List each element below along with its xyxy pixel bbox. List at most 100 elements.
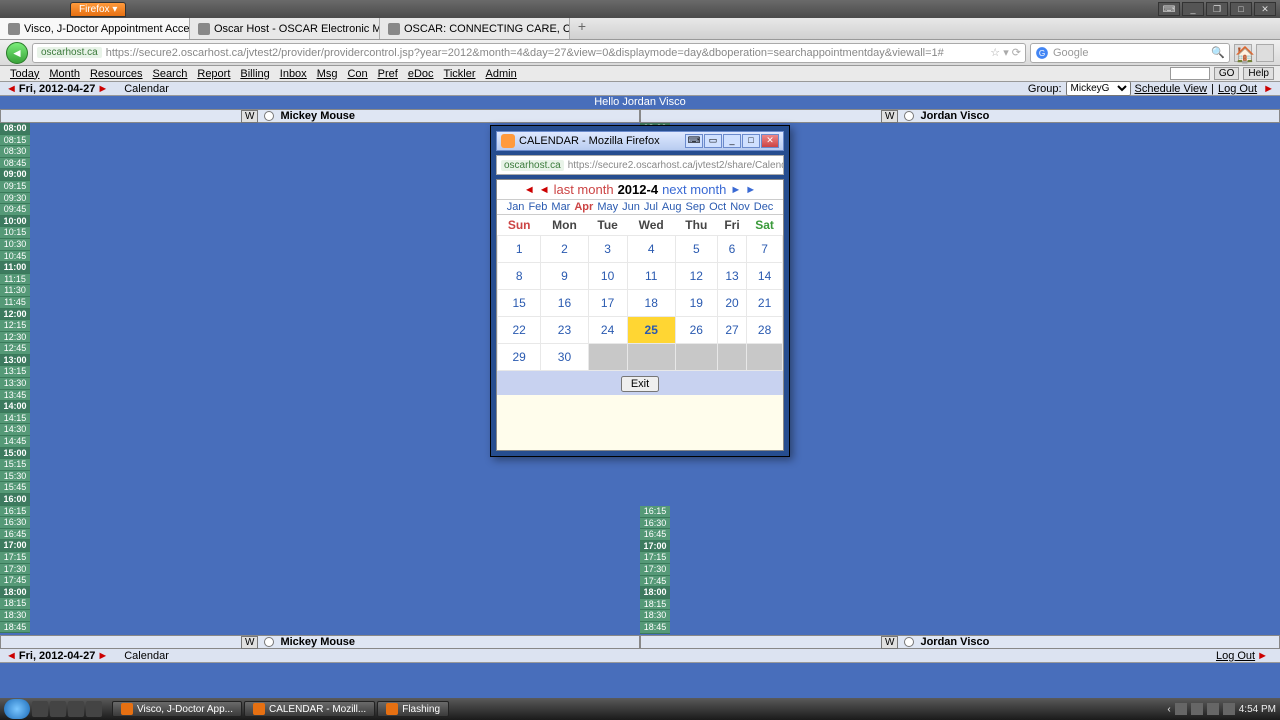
calendar-day[interactable]: 20 [717,290,746,317]
time-slot[interactable]: 18:30 [0,610,30,622]
month-dec[interactable]: Dec [752,201,776,213]
search-input[interactable]: G Google 🔍 [1030,43,1230,63]
group-select[interactable]: MickeyG [1066,81,1131,96]
back-button[interactable]: ◄ [6,42,28,64]
system-tray[interactable]: ‹ 4:54 PM [1167,703,1276,715]
browser-tab[interactable]: OSCAR: CONNECTING CARE, CREATI...× [380,18,570,39]
menu-report[interactable]: Report [192,68,235,80]
calendar-link[interactable]: Calendar [124,650,169,662]
month-aug[interactable]: Aug [660,201,684,213]
menu-resources[interactable]: Resources [85,68,148,80]
time-slot[interactable]: 18:45 [640,622,670,634]
time-slot[interactable]: 09:15 [0,181,30,193]
site-identity[interactable]: oscarhost.ca [37,47,102,58]
time-slot[interactable]: 18:45 [0,622,30,634]
browser-tab[interactable]: Visco, J-Doctor Appointment Access ...× [0,18,190,39]
calendar-day[interactable]: 24 [588,317,627,344]
tray-icon[interactable] [1191,703,1203,715]
calendar-day[interactable]: 14 [747,263,783,290]
tray-icon[interactable] [1207,703,1219,715]
logout-link[interactable]: Log Out [1216,650,1255,662]
taskbar-item[interactable]: Flashing [377,701,449,717]
time-slot[interactable]: 16:30 [640,518,670,530]
provider-header[interactable]: WMickey Mouse [0,635,640,649]
taskbar-item[interactable]: Visco, J-Doctor App... [112,701,242,717]
month-feb[interactable]: Feb [526,201,549,213]
calendar-day[interactable]: 17 [588,290,627,317]
time-slot[interactable]: 14:30 [0,424,30,436]
time-slot[interactable]: 10:15 [0,227,30,239]
current-date[interactable]: Fri, 2012-04-27 [19,650,95,662]
time-slot[interactable]: 17:30 [0,564,30,576]
time-slot[interactable]: 11:45 [0,297,30,309]
time-slot[interactable]: 17:45 [640,576,670,588]
feed-icon[interactable] [1256,44,1274,62]
next-day-icon[interactable]: ► [95,83,110,95]
reload-icon[interactable]: ☆ ▾ ⟳ [990,46,1021,59]
next-month-link[interactable]: next month [662,182,726,197]
time-slot[interactable]: 15:15 [0,459,30,471]
calendar-day[interactable]: 11 [627,263,675,290]
time-slot[interactable]: 08:00 [0,123,30,135]
time-slot[interactable]: 08:30 [0,146,30,158]
time-slot[interactable]: 13:45 [0,390,30,402]
next-year-icon[interactable]: ► [745,184,756,196]
time-slot[interactable]: 17:15 [640,552,670,564]
provider-header[interactable]: WJordan Visco [640,635,1280,649]
kbd-icon[interactable]: ⌨ [685,134,703,148]
ql-ie-icon[interactable] [68,701,84,717]
ql-explorer-icon[interactable] [50,701,66,717]
month-jun[interactable]: Jun [620,201,642,213]
start-button[interactable] [4,699,30,719]
calendar-day[interactable]: 29 [498,344,541,371]
tray-icon[interactable] [1175,703,1187,715]
quick-search-input[interactable] [1170,67,1210,80]
month-oct[interactable]: Oct [707,201,728,213]
time-slot[interactable]: 14:00 [0,401,30,413]
calendar-day[interactable]: 25 [627,317,675,344]
menu-today[interactable]: Today [5,68,44,80]
menu-inbox[interactable]: Inbox [275,68,312,80]
w-button[interactable]: W [241,110,258,123]
maximize-icon[interactable]: □ [1230,2,1252,16]
w-button[interactable]: W [881,636,898,649]
menu-billing[interactable]: Billing [235,68,274,80]
time-slot[interactable]: 13:15 [0,366,30,378]
provider-header[interactable]: WJordan Visco [640,109,1280,123]
provider-radio[interactable] [264,637,274,647]
menu-month[interactable]: Month [44,68,85,80]
calendar-day[interactable]: 4 [627,236,675,263]
time-slot[interactable]: 10:30 [0,239,30,251]
close-icon[interactable]: ✕ [1254,2,1276,16]
browser-tab[interactable]: Oscar Host - OSCAR Electronic Medic...× [190,18,380,39]
time-slot[interactable]: 16:45 [640,529,670,541]
calendar-link[interactable]: Calendar [124,83,169,95]
go-button[interactable]: GO [1214,67,1240,80]
popup-maximize-icon[interactable]: □ [742,134,760,148]
current-date[interactable]: Fri, 2012-04-27 [19,83,95,95]
time-slot[interactable]: 16:00 [0,494,30,506]
time-slot[interactable]: 11:15 [0,274,30,286]
time-slot[interactable]: 15:45 [0,482,30,494]
time-slot[interactable]: 16:45 [0,529,30,541]
logout-link[interactable]: Log Out [1218,83,1257,95]
month-mar[interactable]: Mar [549,201,572,213]
w-button[interactable]: W [881,110,898,123]
calendar-day[interactable]: 8 [498,263,541,290]
popup-titlebar[interactable]: CALENDAR - Mozilla Firefox ⌨ ▭ _ □ ✕ [496,131,784,151]
menu-con[interactable]: Con [342,68,372,80]
url-input[interactable]: oscarhost.ca https://secure2.oscarhost.c… [32,43,1026,63]
restore-icon[interactable]: ❐ [1206,2,1228,16]
month-jul[interactable]: Jul [642,201,660,213]
last-month-link[interactable]: last month [554,182,614,197]
next-day-icon[interactable]: ► [95,650,110,662]
calendar-day[interactable]: 28 [747,317,783,344]
minimize-icon[interactable]: _ [1182,2,1204,16]
time-slot[interactable]: 09:30 [0,193,30,205]
kbd2-icon[interactable]: ▭ [704,134,722,148]
time-slot[interactable]: 10:00 [0,216,30,228]
time-slot[interactable]: 16:15 [640,506,670,518]
menu-edoc[interactable]: eDoc [403,68,439,80]
menu-tickler[interactable]: Tickler [439,68,481,80]
time-slot[interactable]: 11:00 [0,262,30,274]
